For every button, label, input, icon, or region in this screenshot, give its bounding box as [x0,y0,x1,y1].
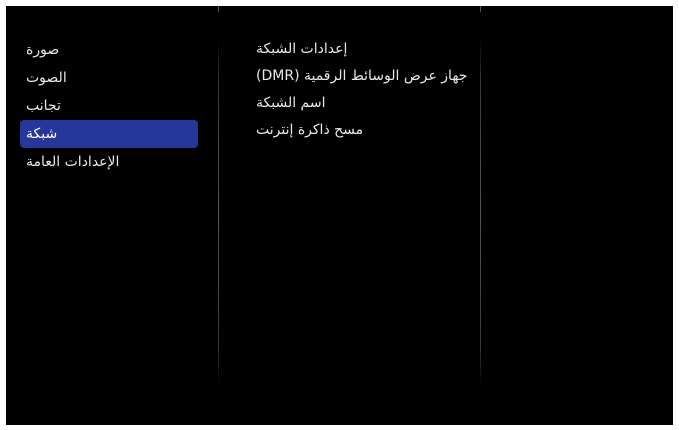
top-tick-right [480,6,481,12]
submenu-item-label: مسح ذاكرة إنترنت [256,122,364,138]
menu-item-label: الصوت [26,70,67,86]
menu-item-tiling[interactable]: تجانب [20,92,198,120]
main-menu: صورة الصوت تجانب شبكة الإعدادات العامة [20,36,198,176]
osd-screen: صورة الصوت تجانب شبكة الإعدادات العامة إ… [6,6,673,425]
column-divider-left [218,40,219,386]
submenu-item-label: إعدادات الشبكة [256,41,348,57]
menu-item-label: الإعدادات العامة [26,154,120,170]
network-submenu: إعدادات الشبكة جهاز عرض الوسائط الرقمية … [250,36,478,144]
menu-item-label: تجانب [26,98,61,114]
menu-item-network[interactable]: شبكة [20,120,198,148]
menu-item-general-settings[interactable]: الإعدادات العامة [20,148,198,176]
submenu-item-label: اسم الشبكة [256,95,326,111]
menu-item-picture[interactable]: صورة [20,36,198,64]
column-divider-right [480,40,481,386]
submenu-item-label: جهاز عرض الوسائط الرقمية (DMR) [256,68,468,84]
submenu-item-dmr[interactable]: جهاز عرض الوسائط الرقمية (DMR) [250,63,478,90]
top-tick-left [218,6,219,12]
menu-item-label: شبكة [26,126,58,142]
menu-item-sound[interactable]: الصوت [20,64,198,92]
submenu-item-network-settings[interactable]: إعدادات الشبكة [250,36,478,63]
submenu-item-clear-cache[interactable]: مسح ذاكرة إنترنت [250,117,478,144]
menu-item-label: صورة [26,42,60,58]
submenu-item-network-name[interactable]: اسم الشبكة [250,90,478,117]
